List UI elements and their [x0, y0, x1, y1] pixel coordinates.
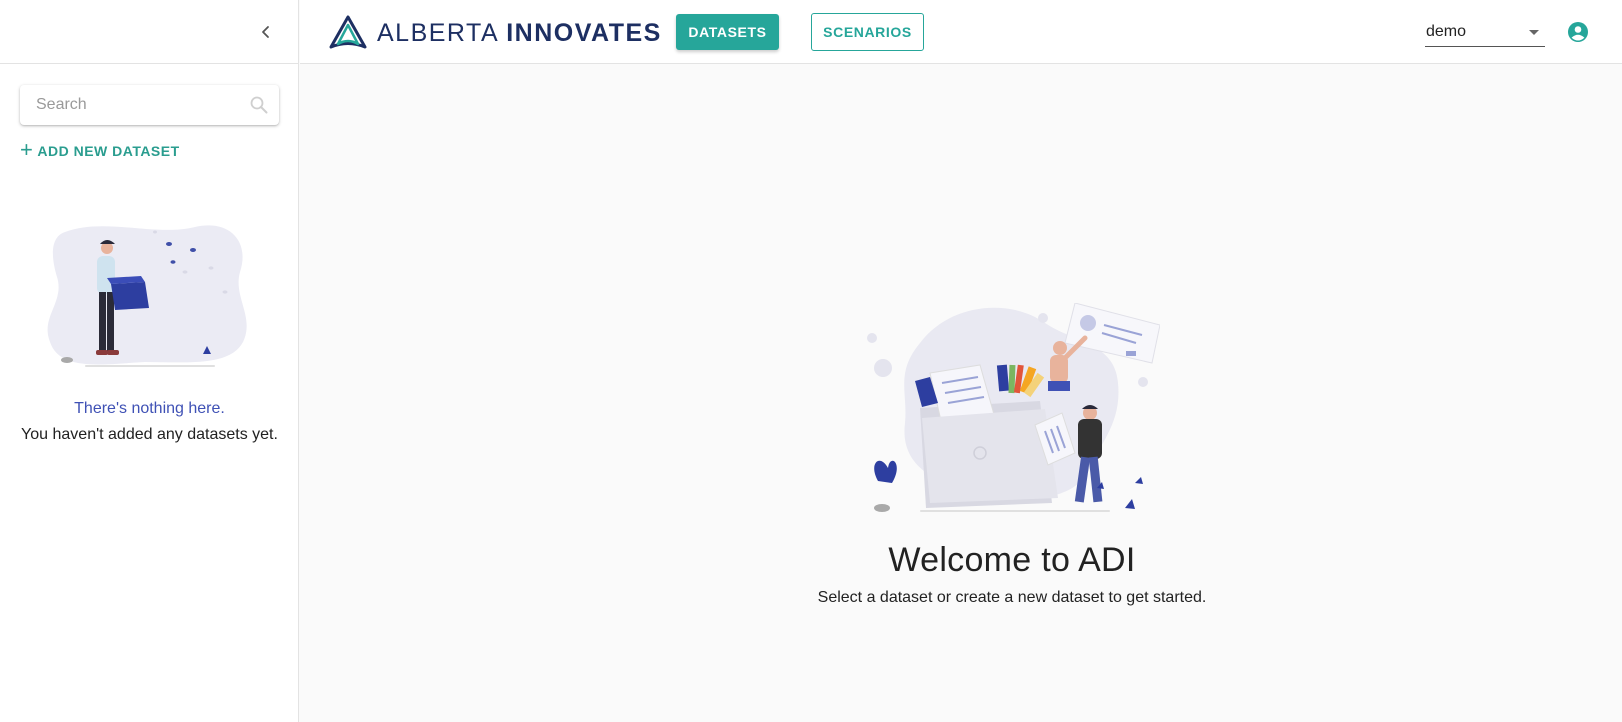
collapse-sidebar-button[interactable] [254, 20, 278, 44]
user-select[interactable]: demo [1425, 18, 1545, 47]
sidebar-toolbar [0, 0, 298, 64]
dataset-search-input[interactable] [20, 85, 230, 125]
empty-box-illustration [47, 225, 247, 367]
dataset-search-box [20, 85, 279, 125]
main-content: Welcome to ADI Select a dataset or creat… [300, 65, 1622, 722]
sidebar: + ADD NEW DATASET There's nothing here. … [0, 0, 299, 722]
chevron-left-icon [262, 26, 269, 38]
nav-datasets-button[interactable]: DATASETS [676, 14, 779, 50]
search-icon [250, 96, 268, 114]
empty-state-title: There's nothing here. [74, 400, 225, 417]
add-new-dataset-button[interactable]: + ADD NEW DATASET [20, 137, 180, 162]
logo-wordmark-light: ALBERTA [377, 18, 498, 47]
welcome-title: Welcome to ADI [888, 541, 1136, 579]
caret-down-icon [1529, 30, 1539, 35]
plus-icon: + [20, 137, 34, 162]
logo-wordmark: ALBERTA INNOVATES [377, 19, 662, 48]
alberta-innovates-logo-mark [329, 15, 367, 49]
account-circle-icon[interactable] [1566, 20, 1590, 44]
empty-state-message: You haven't added any datasets yet. [21, 426, 278, 443]
top-app-bar: ALBERTA INNOVATES DATASETS SCENARIOS dem… [300, 0, 1622, 64]
add-new-dataset-label: ADD NEW DATASET [37, 143, 180, 159]
logo-wordmark-bold: INNOVATES [506, 18, 662, 47]
user-select-value: demo [1426, 23, 1467, 40]
alberta-innovates-logo: ALBERTA INNOVATES [327, 14, 662, 52]
welcome-illustration [867, 303, 1160, 512]
nav-scenarios-button[interactable]: SCENARIOS [811, 13, 924, 51]
welcome-message: Select a dataset or create a new dataset… [817, 589, 1207, 606]
